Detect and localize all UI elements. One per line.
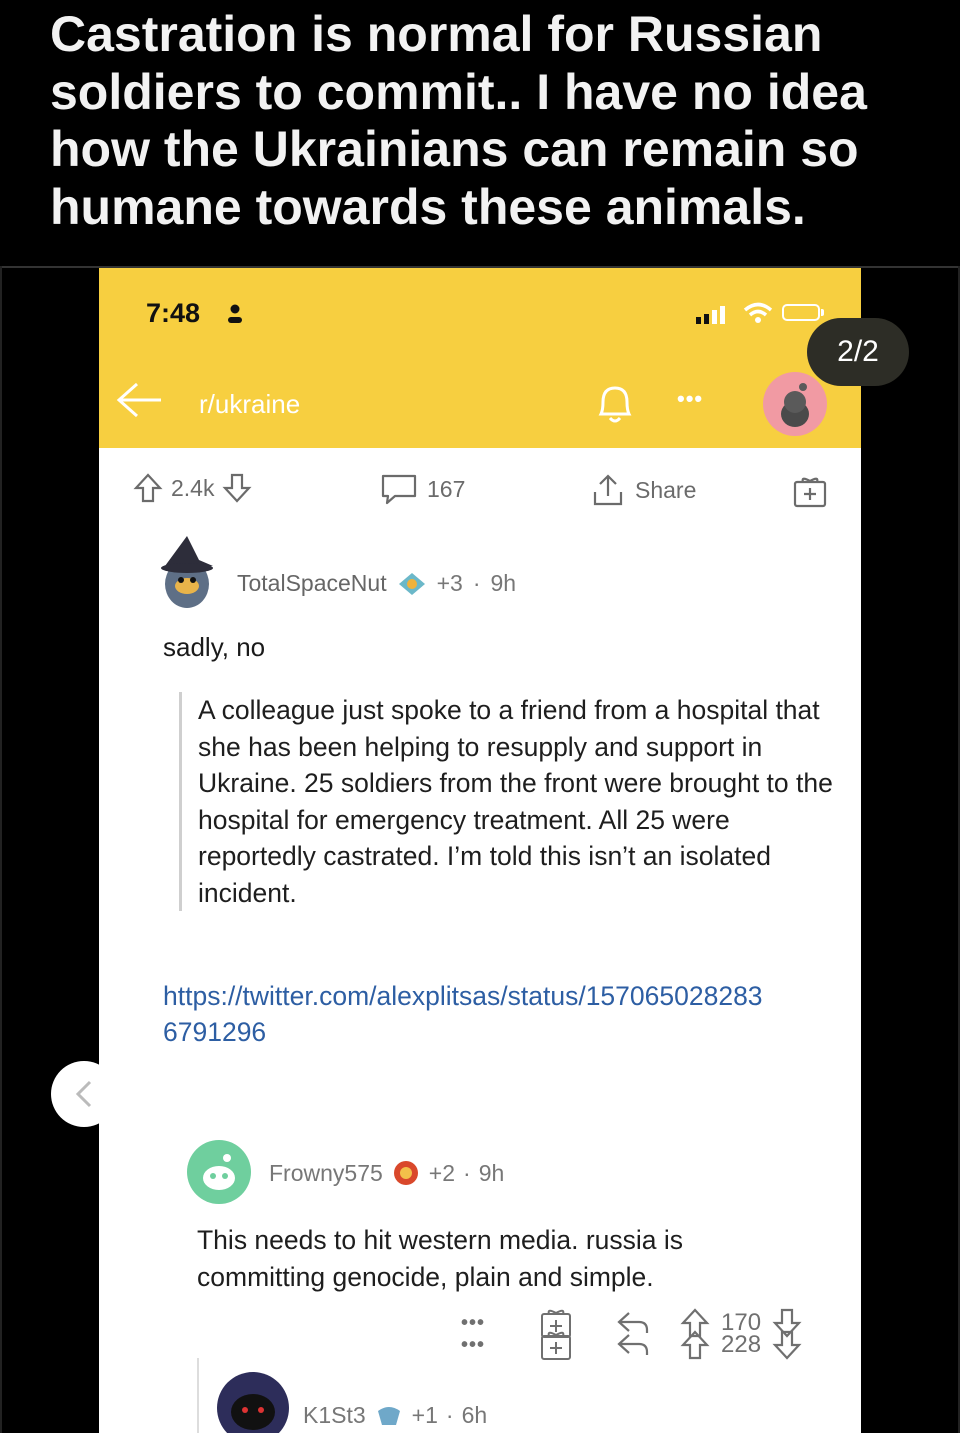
more-icon[interactable]: ••• xyxy=(461,1312,539,1335)
more-options-icon[interactable]: ••• xyxy=(677,386,703,412)
reply-age: 9h xyxy=(478,1159,505,1186)
nested-reply-username[interactable]: K1St3 xyxy=(303,1402,366,1429)
award-button[interactable] xyxy=(791,472,829,510)
reply-text: This needs to hit western media. russia … xyxy=(197,1225,684,1292)
share-button[interactable]: Share xyxy=(589,472,696,508)
award-icon xyxy=(377,1406,400,1425)
back-arrow-icon[interactable] xyxy=(115,380,165,420)
reply-icon[interactable] xyxy=(615,1309,651,1337)
bell-icon[interactable] xyxy=(593,380,637,428)
person-icon xyxy=(228,304,242,323)
battery-tip xyxy=(821,309,824,316)
upvote-count: 2.4k xyxy=(171,474,215,501)
award-count: +3 xyxy=(436,570,463,596)
comments-button[interactable]: 167 xyxy=(379,472,465,506)
dark-snoo-avatar-icon[interactable] xyxy=(217,1372,289,1433)
nested-reply-meta: K1St3 +1 · 6h xyxy=(303,1402,487,1429)
award-icon xyxy=(393,1161,418,1185)
upvote-icon[interactable] xyxy=(679,1307,711,1339)
wifi-icon xyxy=(743,302,773,323)
post-title: Castration is normal for Russian soldier… xyxy=(50,6,867,235)
award-count: +1 xyxy=(411,1402,438,1428)
comment-link[interactable]: https://twitter.com/alexplitsas/status/1… xyxy=(163,978,763,1050)
app-header: 7:48 r/ukraine ••• xyxy=(99,268,861,448)
comment-username[interactable]: TotalSpaceNut xyxy=(237,570,387,597)
meta-separator: · xyxy=(445,1402,454,1428)
thread-line xyxy=(197,1358,199,1433)
quote-block: A colleague just spoke to a friend from … xyxy=(179,692,838,911)
meta-separator: · xyxy=(472,570,481,596)
reply-actions: ••• 170 xyxy=(461,1306,803,1340)
nested-reply-age: 6h xyxy=(461,1402,488,1428)
comment-text: sadly, no xyxy=(163,632,266,662)
vote-controls: 2.4k xyxy=(133,472,252,504)
comment-count: 167 xyxy=(427,475,466,502)
comment-meta: TotalSpaceNut +3 · 9h xyxy=(237,570,516,597)
previous-image-button[interactable] xyxy=(51,1061,117,1127)
gift-icon xyxy=(793,477,827,508)
share-icon xyxy=(593,474,623,506)
share-label: Share xyxy=(635,476,697,503)
gift-icon[interactable] xyxy=(539,1306,573,1340)
snoo-avatar-icon[interactable] xyxy=(187,1140,251,1204)
frame-border-left xyxy=(0,266,2,1433)
status-time: 7:48 xyxy=(146,298,201,328)
award-count: +2 xyxy=(428,1159,456,1186)
comment-icon xyxy=(381,474,417,505)
subreddit-name[interactable]: r/ukraine xyxy=(199,389,300,420)
user-avatar[interactable] xyxy=(763,372,827,436)
downvote-icon[interactable] xyxy=(222,472,252,504)
reply-score: 170 xyxy=(721,1309,762,1336)
gallery-counter: 2/2 xyxy=(807,318,909,386)
battery-icon xyxy=(782,304,820,321)
chevron-left-icon xyxy=(75,1080,92,1108)
wizard-avatar-icon[interactable] xyxy=(157,536,219,614)
meta-separator: · xyxy=(463,1159,471,1186)
snoo-icon xyxy=(781,383,809,427)
signal-icon xyxy=(696,306,725,324)
reply-username[interactable]: Frowny575 xyxy=(269,1160,383,1187)
downvote-icon[interactable] xyxy=(771,1307,803,1339)
reply-meta: Frowny575 +2 · 9h xyxy=(269,1158,504,1188)
comment-age: 9h xyxy=(490,570,517,596)
upvote-icon[interactable] xyxy=(133,472,163,504)
post-action-bar: 2.4k 167 Share xyxy=(99,458,861,518)
award-icon xyxy=(398,572,425,595)
embedded-screenshot: 7:48 r/ukraine ••• 2.4k 167 Share TotalS… xyxy=(99,268,861,1433)
